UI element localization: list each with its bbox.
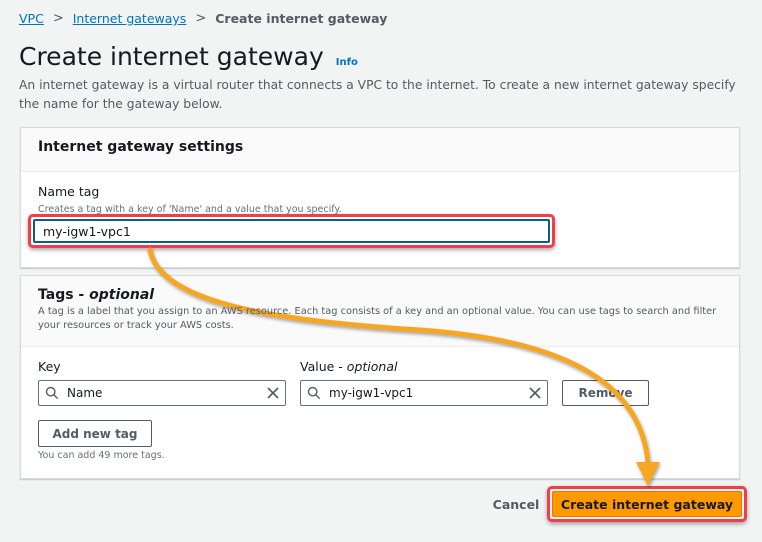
info-link[interactable]: Info: [336, 57, 358, 68]
breadcrumb: VPC > Internet gateways > Create interne…: [19, 11, 387, 26]
page-description: An internet gateway is a virtual router …: [19, 78, 736, 111]
panel-title: Internet gateway settings: [21, 128, 739, 172]
cancel-button[interactable]: Cancel: [488, 493, 544, 515]
tag-key-value: Name: [67, 386, 103, 400]
tag-key-input[interactable]: Name: [38, 380, 286, 406]
name-tag-highlight: [28, 214, 555, 248]
chevron-right-icon: >: [52, 11, 64, 26]
name-tag-label: Name tag: [38, 184, 100, 199]
breadcrumb-internet-gateways-link[interactable]: Internet gateways: [73, 11, 187, 26]
tag-value-value: my-igw1-vpc1: [329, 386, 414, 400]
tags-panel: Tags - optional A tag is a label that yo…: [20, 275, 740, 479]
page-title: Create internet gateway: [19, 42, 324, 71]
internet-gateway-settings-panel: Internet gateway settings Name tag Creat…: [20, 127, 740, 268]
key-label: Key: [38, 359, 61, 374]
add-new-tag-button[interactable]: Add new tag: [38, 420, 152, 447]
tags-panel-description: A tag is a label that you assign to an A…: [38, 306, 717, 331]
tag-limit-text: You can add 49 more tags.: [38, 450, 165, 461]
create-button-highlight: Create internet gateway: [547, 486, 747, 522]
clear-icon[interactable]: [529, 387, 541, 399]
tags-panel-header: Tags - optional A tag is a label that yo…: [21, 276, 739, 333]
tags-panel-title: Tags - optional: [38, 287, 155, 303]
breadcrumb-current: Create internet gateway: [215, 11, 388, 26]
clear-icon[interactable]: [267, 387, 279, 399]
create-internet-gateway-button[interactable]: Create internet gateway: [552, 491, 742, 517]
search-icon: [307, 386, 321, 400]
breadcrumb-vpc-link[interactable]: VPC: [19, 11, 44, 26]
divider: [21, 346, 739, 347]
name-tag-input[interactable]: [33, 219, 550, 243]
search-icon: [45, 386, 59, 400]
value-label: Value - optional: [300, 359, 398, 374]
tag-value-input[interactable]: my-igw1-vpc1: [300, 380, 548, 406]
remove-tag-button[interactable]: Remove: [562, 380, 649, 406]
chevron-right-icon: >: [195, 11, 207, 26]
page-title-container: Create internet gateway Info: [19, 42, 358, 71]
